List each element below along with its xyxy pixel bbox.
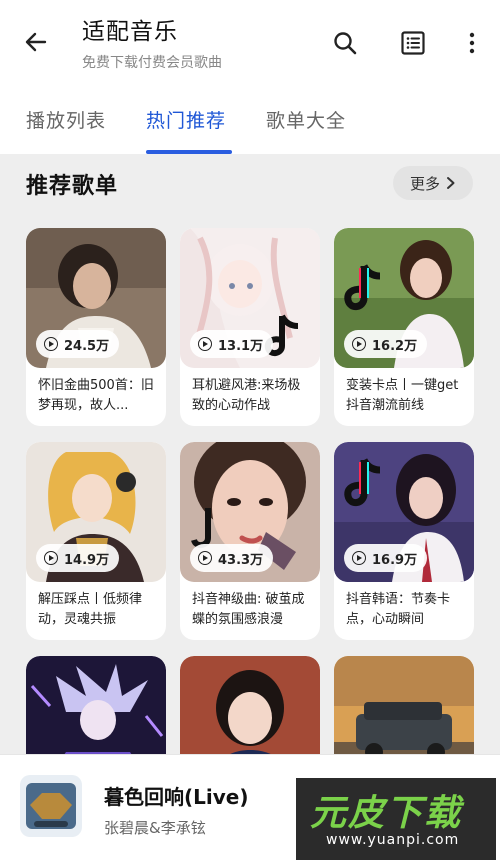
- more-vertical-icon: [469, 32, 475, 54]
- tab-hot-recommend[interactable]: 热门推荐: [146, 106, 226, 133]
- playlist-card[interactable]: 13.1万 耳机避风港:来场极致的心动作战: [180, 228, 320, 426]
- now-playing-artist: 张碧晨&李承铉: [104, 819, 206, 837]
- playlist-title: 怀旧金曲500首：旧梦再现，故人...: [38, 378, 154, 413]
- back-button[interactable]: [20, 26, 52, 58]
- tab-playlist[interactable]: 播放列表: [26, 106, 106, 133]
- play-circle-icon: [352, 337, 366, 351]
- play-count-badge: 43.3万: [190, 544, 274, 572]
- play-count: 24.5万: [64, 338, 110, 354]
- app-header: 适配音乐 免费下载付费会员歌曲: [0, 0, 500, 90]
- search-button[interactable]: [329, 27, 361, 59]
- playlist-title: 耳机避风港:来场极致的心动作战: [192, 378, 301, 413]
- playlist-cover: [334, 656, 474, 754]
- now-playing-cover: [20, 775, 82, 837]
- chevron-right-icon: [447, 177, 455, 189]
- playlist-card[interactable]: [334, 656, 474, 754]
- playlist-title: 解压踩点丨低频律动，灵魂共振: [38, 592, 143, 627]
- playlist-card[interactable]: 16.2万 变装卡点丨一键get抖音潮流前线: [334, 228, 474, 426]
- playlist-cover: [180, 656, 320, 754]
- playlist-card[interactable]: [180, 656, 320, 754]
- watermark-text: 元皮下载: [310, 793, 463, 834]
- play-count: 16.2万: [372, 338, 418, 354]
- more-button[interactable]: 更多: [393, 166, 473, 200]
- arrow-left-icon: [25, 32, 47, 52]
- playlist-card[interactable]: 43.3万 抖音神级曲: 破茧成蝶的氛围感浪漫: [180, 442, 320, 640]
- play-circle-icon: [198, 337, 212, 351]
- playlist-cover: [26, 656, 166, 754]
- main-content[interactable]: 推荐歌单 更多 24.5万 怀旧金曲500首：旧梦再现，故人... 13.1万 …: [0, 154, 500, 754]
- playlist-card[interactable]: 24.5万 怀旧金曲500首：旧梦再现，故人...: [26, 228, 166, 426]
- play-count-badge: 16.2万: [344, 330, 428, 358]
- search-icon: [334, 32, 357, 55]
- play-circle-icon: [198, 551, 212, 565]
- watermark-logo: 元皮下载 www.yuanpi.com: [296, 778, 496, 860]
- play-count-badge: 16.9万: [344, 544, 428, 572]
- playlist-card[interactable]: 16.9万 抖音韩语：节奏卡点，心动瞬间: [334, 442, 474, 640]
- watermark-url: www.yuanpi.com: [326, 832, 460, 848]
- section-title: 推荐歌单: [26, 174, 119, 199]
- play-count-badge: 13.1万: [190, 330, 274, 358]
- playlist-card[interactable]: [26, 656, 166, 754]
- play-count: 14.9万: [64, 552, 110, 568]
- playlist-card[interactable]: 14.9万 解压踩点丨低频律动，灵魂共振: [26, 442, 166, 640]
- more-options-button[interactable]: [456, 27, 488, 59]
- play-circle-icon: [44, 337, 58, 351]
- playlist-title: 抖音韩语：节奏卡点，心动瞬间: [346, 592, 451, 627]
- playlist-title: 变装卡点丨一键get抖音潮流前线: [346, 378, 459, 413]
- more-button-label: 更多: [409, 174, 440, 193]
- play-count-badge: 14.9万: [36, 544, 120, 572]
- play-count: 13.1万: [218, 338, 264, 354]
- play-circle-icon: [352, 551, 366, 565]
- app-subtitle: 免费下载付费会员歌曲: [82, 55, 222, 71]
- list-button[interactable]: [397, 27, 429, 59]
- tab-all-playlists[interactable]: 歌单大全: [266, 106, 346, 133]
- play-count: 43.3万: [218, 552, 264, 568]
- play-count-badge: 24.5万: [36, 330, 120, 358]
- now-playing-title: 暮色回响(Live): [104, 785, 249, 809]
- play-count: 16.9万: [372, 552, 418, 568]
- list-icon: [401, 31, 425, 55]
- playlist-title: 抖音神级曲: 破茧成蝶的氛围感浪漫: [192, 592, 305, 627]
- tab-bar: 播放列表 热门推荐 歌单大全: [0, 92, 500, 154]
- app-title: 适配音乐: [82, 19, 178, 45]
- play-circle-icon: [44, 551, 58, 565]
